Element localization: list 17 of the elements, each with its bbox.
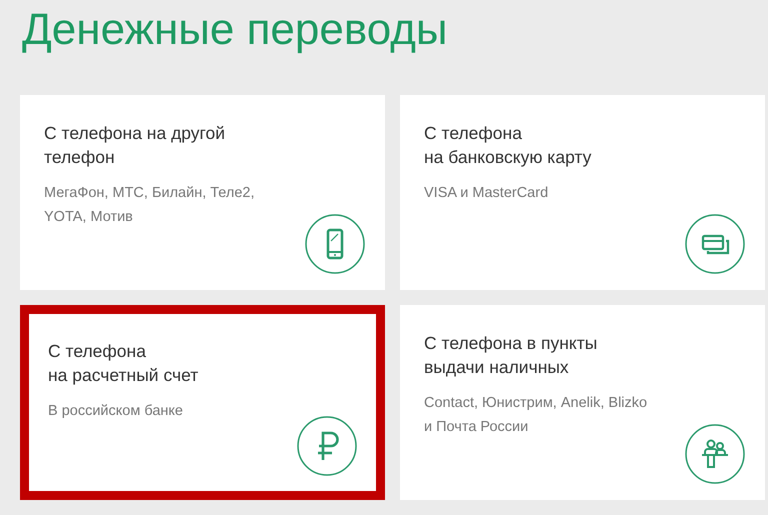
- phone-icon: [305, 214, 365, 274]
- card-title: С телефона в пункты выдачи наличных: [424, 332, 598, 379]
- card-subtitle: В российском банке: [48, 402, 184, 421]
- card-title: С телефона на другой телефон: [44, 122, 226, 169]
- people-icon: [685, 424, 745, 484]
- page-title: Денежные переводы: [22, 8, 449, 56]
- card-title: С телефона на банковскую карту: [424, 122, 592, 169]
- card-subtitle: Contact, Юнистрим, Anelik, Blizko и Почта России: [424, 394, 648, 437]
- ruble-icon: [297, 416, 357, 476]
- cards-icon: [685, 214, 745, 274]
- highlighted-card[interactable]: С телефона на расчетный счет В российском банке: [20, 305, 385, 500]
- card-background[interactable]: С телефона в пункты выдачи наличных Contact, Юнистрим, Anelik, Blizko и Почта России: [400, 305, 765, 500]
- card-background[interactable]: С телефона на банковскую карту VISA и MasterCard: [400, 95, 765, 290]
- card-subtitle: VISA и MasterCard: [424, 184, 550, 203]
- card-background[interactable]: С телефона на другой телефон МегаФон, МТС, Билайн, Теле2, YOTA, Мотив: [20, 95, 385, 290]
- card-title: С телефона на расчетный счет: [48, 340, 200, 387]
- card-subtitle: МегаФон, МТС, Билайн, Теле2, YOTA, Мотив: [44, 184, 256, 227]
